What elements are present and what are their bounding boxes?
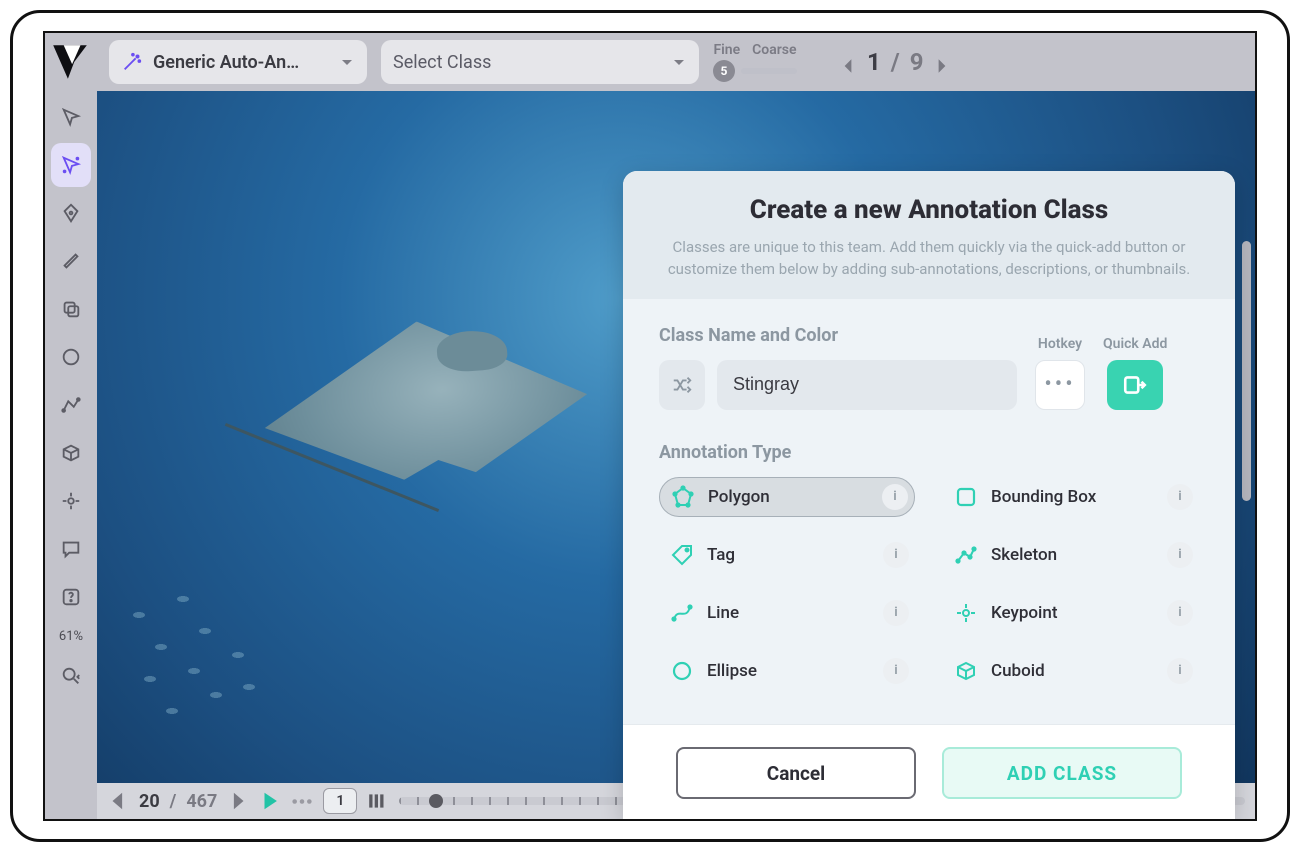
canvas-area: 20 / 467 1 — [97, 91, 1255, 819]
body: 61% 20 / 467 — [45, 91, 1255, 819]
brush-size-value: 5 — [713, 60, 735, 82]
skeleton-icon — [953, 542, 979, 568]
dialog-scrollbar[interactable] — [1242, 241, 1251, 501]
page-total: 9 — [910, 48, 924, 76]
info-icon[interactable]: i — [883, 542, 909, 568]
keypoint-icon — [953, 600, 979, 626]
annotation-type-cuboid[interactable]: Cuboidi — [943, 651, 1199, 691]
annotation-type-label: Tag — [707, 545, 871, 565]
select-tool[interactable] — [51, 95, 91, 139]
comment-tool[interactable] — [51, 527, 91, 571]
annotation-type-polygon[interactable]: Polygon i — [659, 477, 915, 517]
dialog-footer: Cancel ADD CLASS — [623, 724, 1235, 819]
shuffle-color-button[interactable] — [659, 360, 705, 410]
info-icon[interactable]: i — [1167, 600, 1193, 626]
coarse-label: Coarse — [752, 42, 796, 58]
play-button[interactable] — [259, 790, 281, 812]
annotation-type-label: Polygon — [708, 487, 870, 507]
annotation-type-label: Keypoint — [991, 603, 1155, 623]
quickadd-label: Quick Add — [1103, 336, 1167, 352]
annotation-type-line[interactable]: Linei — [659, 593, 915, 633]
info-icon[interactable]: i — [1167, 542, 1193, 568]
class-dropdown-label: Select Class — [393, 52, 661, 73]
polyline-tool[interactable] — [51, 383, 91, 427]
hotkey-label: Hotkey — [1038, 336, 1082, 352]
pen-tool[interactable] — [51, 191, 91, 235]
annotation-type-grid: PolygoniBounding BoxiTagiSkeletoniLineiK… — [659, 477, 1199, 691]
frame-total: 467 — [186, 791, 217, 812]
brush-tool[interactable] — [51, 239, 91, 283]
page-sep: / — [891, 48, 900, 76]
annotation-type-label: Annotation Type — [659, 442, 1199, 463]
dialog-subtitle: Classes are unique to this team. Add the… — [657, 237, 1201, 281]
annotation-type-label: Ellipse — [707, 661, 871, 681]
create-class-dialog: Create a new Annotation Class Classes ar… — [623, 171, 1235, 819]
topbar: Generic Auto-An… Select Class Fine Coars… — [45, 33, 1255, 91]
brush-size-control: Fine Coarse 5 — [713, 42, 797, 82]
prev-frame-button[interactable] — [107, 790, 129, 812]
keyframes-icon[interactable] — [291, 790, 313, 812]
frame-sep: / — [170, 791, 177, 812]
timeline-thumb[interactable] — [429, 794, 443, 808]
page-current: 1 — [867, 48, 881, 76]
annotation-type-ellipse[interactable]: Ellipse i — [659, 651, 915, 691]
frame-current: 20 — [139, 791, 160, 812]
app-frame: Generic Auto-An… Select Class Fine Coars… — [43, 31, 1257, 821]
app-logo — [45, 37, 95, 87]
ellipse-icon — [669, 658, 695, 684]
info-icon[interactable]: i — [883, 600, 909, 626]
tool-dropdown[interactable]: Generic Auto-An… — [109, 40, 367, 84]
keypoint-tool[interactable] — [51, 479, 91, 523]
zoom-tool[interactable] — [51, 654, 91, 698]
cuboid-icon — [953, 658, 979, 684]
image-pager: 1 / 9 — [839, 48, 951, 76]
hotkey-button[interactable]: ••• — [1035, 360, 1085, 410]
dialog-header: Create a new Annotation Class Classes ar… — [623, 171, 1235, 299]
annotation-type-bbox[interactable]: Bounding Box i — [943, 477, 1199, 517]
tool-sidebar: 61% — [45, 91, 97, 819]
annotation-type-label: Skeleton — [991, 545, 1155, 565]
fish-school — [117, 583, 337, 743]
name-section-label: Class Name and Color — [659, 325, 1017, 346]
brush-size-slider[interactable] — [741, 68, 797, 74]
annotation-type-skeleton[interactable]: Skeleton i — [943, 535, 1199, 575]
info-icon[interactable]: i — [882, 484, 908, 510]
annotation-type-label: Cuboid — [991, 661, 1155, 681]
prev-image-button[interactable] — [839, 53, 857, 71]
cuboid-tool[interactable] — [51, 431, 91, 475]
class-dropdown[interactable]: Select Class — [381, 40, 699, 84]
zoom-percent: 61% — [59, 629, 83, 644]
fine-label: Fine — [713, 42, 740, 58]
class-name-input[interactable] — [717, 360, 1017, 410]
annotation-type-label: Line — [707, 603, 871, 623]
dialog-body: Class Name and Color Hotkey ••• — [623, 299, 1235, 725]
info-icon[interactable]: i — [1167, 484, 1193, 510]
info-icon[interactable]: i — [1167, 658, 1193, 684]
dialog-title: Create a new Annotation Class — [657, 195, 1201, 225]
auto-annotate-tool[interactable] — [51, 143, 91, 187]
next-frame-button[interactable] — [227, 790, 249, 812]
annotation-type-label: Bounding Box — [991, 487, 1155, 507]
copy-tool[interactable] — [51, 287, 91, 331]
ellipse-tool[interactable] — [51, 335, 91, 379]
chevron-down-icon — [671, 54, 687, 70]
next-image-button[interactable] — [933, 53, 951, 71]
tool-dropdown-label: Generic Auto-An… — [153, 52, 329, 73]
timeline-settings-icon[interactable] — [367, 790, 389, 812]
magic-wand-icon — [121, 51, 143, 73]
annotation-type-keypoint[interactable]: Keypoint i — [943, 593, 1199, 633]
polygon-icon — [670, 484, 696, 510]
device-frame: Generic Auto-An… Select Class Fine Coars… — [10, 10, 1290, 842]
cancel-button[interactable]: Cancel — [676, 747, 916, 799]
annotation-type-tag[interactable]: Tagi — [659, 535, 915, 575]
info-icon[interactable]: i — [883, 658, 909, 684]
add-class-button[interactable]: ADD CLASS — [942, 747, 1182, 799]
chevron-down-icon — [339, 54, 355, 70]
bbox-icon — [953, 484, 979, 510]
help-tool[interactable] — [51, 575, 91, 619]
frame-input[interactable]: 1 — [323, 788, 357, 814]
tag-icon — [669, 542, 695, 568]
quick-add-button[interactable] — [1107, 360, 1163, 410]
line-icon — [669, 600, 695, 626]
